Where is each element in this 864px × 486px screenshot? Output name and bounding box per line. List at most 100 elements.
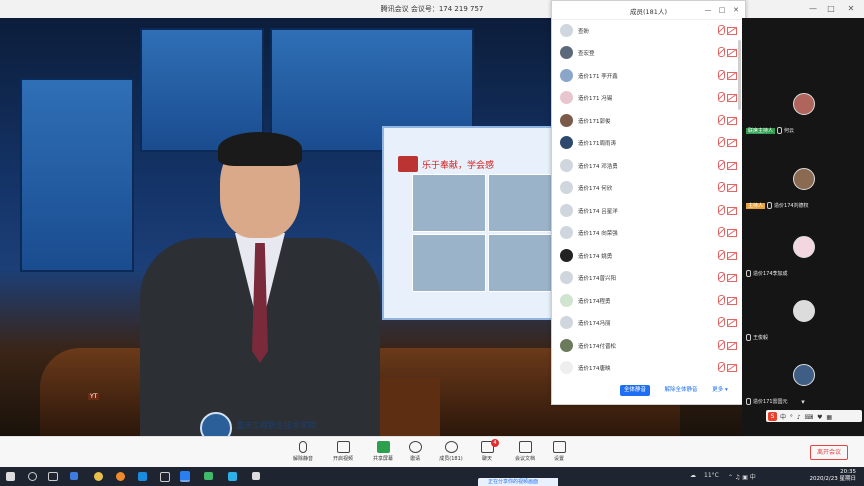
meeting-toolbar: 解除静音 开启视频 共享屏幕 邀请 成员(181) 4 聊天 会议文档 设置 离开… [0,436,864,468]
minimize-button[interactable]: — [806,2,820,15]
member-row[interactable]: 造价171 冯锡 [552,87,743,109]
sharing-notification[interactable]: 正在分享你的视频画面 [478,478,558,486]
members-list[interactable]: 查盼 查宏登 造价171 李开鑫 造价171 冯锡 造价171郭俊 造价171周… [552,20,743,376]
member-row[interactable]: 造价174冯丽 [552,312,743,334]
mic-muted-icon [718,115,725,125]
members-button[interactable]: 成员(181) [434,441,468,467]
camera-off-icon [727,27,737,35]
member-name: 造价174付晋松 [578,344,616,350]
unmute-all-button[interactable]: 解除全体静音 [658,385,704,396]
members-panel-header: 成员(181人) — □ ✕ [552,1,745,20]
mic-muted-icon [718,25,725,35]
member-row[interactable]: 查宏登 [552,42,743,64]
gallery-tile[interactable]: 造价174李加成 [742,218,864,280]
member-row[interactable]: 造价174付晋松 [552,335,743,357]
participant-name: 造价171雷国元 [753,399,788,405]
documents-label: 会议文档 [514,456,535,462]
camera-off-icon [727,297,737,305]
windows-start-icon[interactable] [6,472,15,481]
unmute-button[interactable]: 解除静音 [286,441,320,467]
share-screen-button[interactable]: 共享屏幕 [366,441,400,467]
mute-all-button[interactable]: 全体静音 [620,385,650,396]
browser-icon[interactable] [116,472,125,481]
settings-label: 设置 [553,456,564,462]
wechat-icon[interactable] [204,472,213,480]
avatar [560,249,573,262]
unmute-label: 解除静音 [292,456,313,462]
member-row[interactable]: 造价174 何欣 [552,177,743,199]
member-name: 造价171 李开鑫 [578,74,618,80]
clock[interactable]: 20:35 2020/2/23 星期日 [790,469,856,483]
weather-icon[interactable]: ☁ [690,472,696,479]
speaker-hair [218,132,302,166]
member-row[interactable]: 查盼 [552,20,743,42]
members-scrollbar[interactable] [738,40,741,110]
member-row[interactable]: 造价174曾兴阳 [552,267,743,289]
mic-icon [746,398,751,405]
panel-minimize-button[interactable]: — [702,4,714,16]
member-name: 造价174 向荣强 [578,231,618,237]
maximize-button[interactable]: □ [824,2,838,15]
member-row[interactable]: 造价174 吕星洋 [552,200,743,222]
camera-off-icon [727,364,737,372]
invite-icon [408,441,422,453]
qq-icon[interactable] [228,472,237,481]
app-icon[interactable] [252,472,260,480]
chrome-icon[interactable] [94,472,103,481]
mic-muted-icon [718,47,725,57]
member-name: 造价174 何欣 [578,186,613,192]
invite-label: 邀请 [409,456,420,462]
member-name: 造价174 吕星洋 [578,209,618,215]
gallery-tile[interactable]: 王俊毅 [742,282,864,344]
member-row[interactable]: 造价171郭俊 [552,110,743,132]
host-badge: 主持人 [746,203,766,209]
tile-label: 造价174李加成 [746,270,788,277]
avatar [560,181,573,194]
camera-off-icon [336,441,350,453]
task-view-icon[interactable] [48,472,58,481]
mic-muted-icon [718,362,725,372]
member-row[interactable]: 造价171 李开鑫 [552,65,743,87]
settings-button[interactable]: 设置 [542,441,576,467]
more-button[interactable]: 更多 ▾ [708,385,732,396]
avatar [793,300,815,322]
member-row[interactable]: 造价174 向荣强 [552,222,743,244]
tencent-meeting-icon[interactable] [180,471,190,482]
participant-name: 造价174李加成 [753,271,788,277]
ie-icon[interactable] [138,472,147,481]
participant-name: 王俊毅 [753,335,769,341]
avatar [560,316,573,329]
start-video-button[interactable]: 开启视频 [326,441,360,467]
slide-heading: 乐于奉献，学会感 [422,161,495,171]
panel-close-button[interactable]: ✕ [730,4,742,16]
date: 2020/2/23 星期日 [809,476,856,482]
close-button[interactable]: ✕ [844,2,858,15]
chevron-down-icon[interactable]: ▾ [796,398,810,408]
leave-meeting-button[interactable]: 离开会议 [810,445,848,460]
camera-off-icon [727,72,737,80]
gallery-tile[interactable]: 联席主持人 何云 [742,75,864,137]
gear-icon[interactable] [160,472,170,482]
time: 20:35 [840,469,856,475]
avatar [560,69,573,82]
ime-toolbar[interactable]: S 中 ° ♪ ⌨ ♥ ▦ [766,410,862,422]
invite-button[interactable]: 邀请 [398,441,432,467]
share-screen-label: 共享屏幕 [372,456,393,462]
member-row[interactable]: 造价171周雨涛 [552,132,743,154]
mic-muted-icon [718,272,725,282]
search-icon[interactable] [28,472,37,481]
member-row[interactable]: 造价174唐映 [552,357,743,376]
mic-icon [746,334,751,341]
gallery-tile[interactable]: 主持人 造价174刘德权 [742,150,864,212]
chat-button[interactable]: 4 聊天 [470,439,504,467]
edge-icon[interactable] [70,472,78,480]
member-row[interactable]: 造价174 姚勇 [552,245,743,267]
tray-icons[interactable]: ⌃ ♫ ▣ 中 [728,472,756,481]
documents-button[interactable]: 会议文档 [508,441,542,467]
member-row[interactable]: 造价174 邓浩勇 [552,155,743,177]
member-row[interactable]: 造价174程勇 [552,290,743,312]
cohost-badge: 联席主持人 [746,128,776,134]
camera-off-icon [727,207,737,215]
panel-maximize-button[interactable]: □ [716,4,728,16]
avatar [560,24,573,37]
